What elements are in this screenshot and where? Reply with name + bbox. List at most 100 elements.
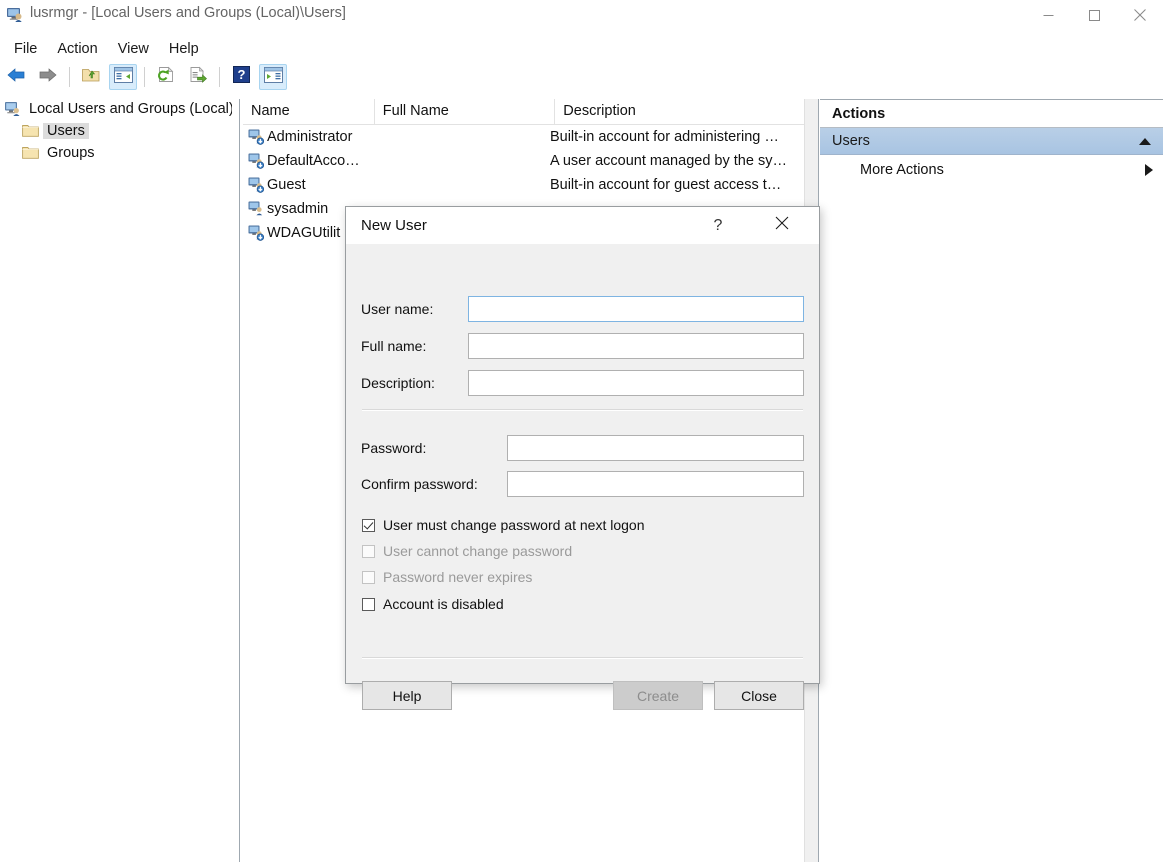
checkbox-label-account-disabled: Account is disabled <box>383 596 504 612</box>
folder-icon <box>22 123 40 139</box>
help-button-dialog[interactable]: Help <box>362 681 452 710</box>
full-name-input[interactable] <box>467 333 804 359</box>
window-controls <box>1025 0 1163 30</box>
label-user-name: User name: <box>361 301 434 317</box>
cell-description: A user account managed by the sy… <box>549 153 787 169</box>
column-header-full-name[interactable]: Full Name <box>375 99 556 124</box>
user-name-input[interactable] <box>467 296 804 322</box>
confirm-password-input[interactable] <box>507 471 804 497</box>
checkbox-row-password-never-expires: Password never expires <box>362 569 532 585</box>
computer-users-icon <box>6 6 24 24</box>
column-header-description[interactable]: Description <box>555 99 804 124</box>
computer-icon <box>4 101 22 117</box>
tree-root-label: Local Users and Groups (Local) <box>29 101 232 117</box>
window-title: lusrmgr - [Local Users and Groups (Local… <box>30 5 346 21</box>
dialog-title: New User <box>361 217 427 234</box>
dialog-separator-top <box>362 409 803 411</box>
dialog-close-button[interactable] <box>759 207 805 244</box>
checkbox-label-must-change-password: User must change password at next logon <box>383 517 645 533</box>
help-button[interactable]: ? <box>227 64 255 90</box>
checkbox-label-cannot-change-password: User cannot change password <box>383 543 573 559</box>
up-folder-icon <box>81 66 101 88</box>
dialog-help-button[interactable]: ? <box>701 207 735 244</box>
cell-description: Built-in account for administering … <box>549 129 779 145</box>
menu-file[interactable]: File <box>4 39 47 59</box>
cell-user-name: sysadmin <box>267 201 329 217</box>
tree-item-label-users: Users <box>43 123 89 139</box>
show-action-pane-icon <box>263 66 283 88</box>
field-row-password: Password: <box>361 435 804 461</box>
column-header-name[interactable]: Name <box>243 99 375 124</box>
close-icon <box>775 216 789 235</box>
back-icon <box>6 67 26 88</box>
checkbox-password-never-expires <box>362 570 375 584</box>
cell-description: Built-in account for guest access t… <box>549 177 782 193</box>
toolbar-separator-3 <box>219 67 220 87</box>
triangle-right-icon <box>1145 164 1153 176</box>
help-icon: ? <box>232 66 250 88</box>
lusrmgr-window: lusrmgr - [Local Users and Groups (Local… <box>0 0 1163 862</box>
dialog-title-bar: New User ? <box>346 207 819 244</box>
user-account-icon <box>248 225 265 241</box>
field-row-description: Description: <box>361 370 804 396</box>
checkbox-must-change-password[interactable] <box>362 518 375 532</box>
triangle-up-icon[interactable] <box>1139 137 1151 145</box>
field-row-user-name: User name: <box>361 296 804 322</box>
tree-item-groups[interactable]: Groups <box>0 142 232 164</box>
minimize-button[interactable] <box>1025 0 1071 30</box>
create-button[interactable]: Create <box>613 681 703 710</box>
list-column-headers: Name Full Name Description <box>243 99 804 125</box>
forward-button[interactable] <box>34 64 62 90</box>
checkbox-account-disabled[interactable] <box>362 597 375 611</box>
user-account-icon <box>248 177 265 193</box>
cell-user-name: Guest <box>267 177 306 193</box>
tree-item-label-groups: Groups <box>47 145 95 161</box>
checkbox-row-must-change-password[interactable]: User must change password at next logon <box>362 517 644 533</box>
menu-bar: File Action View Help <box>0 36 1163 62</box>
password-input[interactable] <box>507 435 804 461</box>
checkbox-cannot-change-password <box>362 544 375 558</box>
close-button-dialog[interactable]: Close <box>714 681 804 710</box>
refresh-button[interactable] <box>152 64 180 90</box>
table-row[interactable]: Guest Built-in account for guest access … <box>243 173 804 197</box>
back-button[interactable] <box>2 64 30 90</box>
checkbox-row-cannot-change-password: User cannot change password <box>362 543 572 559</box>
show-hide-action-pane-button[interactable] <box>259 64 287 90</box>
label-confirm-password: Confirm password: <box>361 476 478 492</box>
actions-pane: Actions Users More Actions <box>820 99 1163 862</box>
menu-help[interactable]: Help <box>159 39 209 59</box>
label-full-name: Full name: <box>361 338 427 354</box>
action-more-actions[interactable]: More Actions <box>820 155 1163 185</box>
field-row-confirm-password: Confirm password: <box>361 471 804 497</box>
label-description: Description: <box>361 375 435 391</box>
user-account-icon <box>248 129 265 145</box>
checkbox-label-password-never-expires: Password never expires <box>383 569 533 585</box>
console-tree-pane: Local Users and Groups (Local) Users Gro… <box>0 98 232 862</box>
user-account-icon <box>248 201 264 217</box>
menu-action[interactable]: Action <box>47 39 107 59</box>
user-account-icon <box>248 153 265 169</box>
toolbar-separator <box>69 67 70 87</box>
tree-item-root[interactable]: Local Users and Groups (Local) <box>0 98 232 120</box>
cell-user-name: Administrator <box>267 129 353 145</box>
menu-view[interactable]: View <box>108 39 159 59</box>
cell-user-name: DefaultAcco… <box>267 153 360 169</box>
actions-group-users[interactable]: Users <box>820 128 1163 155</box>
checkbox-row-account-disabled[interactable]: Account is disabled <box>362 596 504 612</box>
new-user-dialog: New User ? User name: Full name: Descrip… <box>345 206 820 710</box>
cell-user-name: WDAGUtilit <box>267 225 341 241</box>
refresh-icon <box>157 66 175 88</box>
description-input[interactable] <box>467 370 804 396</box>
up-one-level-button[interactable] <box>77 64 105 90</box>
tree-item-users[interactable]: Users <box>0 120 232 142</box>
field-row-full-name: Full name: <box>361 333 804 359</box>
close-button[interactable] <box>1117 0 1163 30</box>
export-list-button[interactable] <box>184 64 212 90</box>
maximize-button[interactable] <box>1071 0 1117 30</box>
show-hide-console-tree-button[interactable] <box>109 64 137 90</box>
forward-icon <box>38 67 58 88</box>
table-row[interactable]: Administrator Built-in account for admin… <box>243 125 804 149</box>
actions-group-label: Users <box>832 133 870 149</box>
table-row[interactable]: DefaultAcco… A user account managed by t… <box>243 149 804 173</box>
export-list-icon <box>189 66 207 88</box>
